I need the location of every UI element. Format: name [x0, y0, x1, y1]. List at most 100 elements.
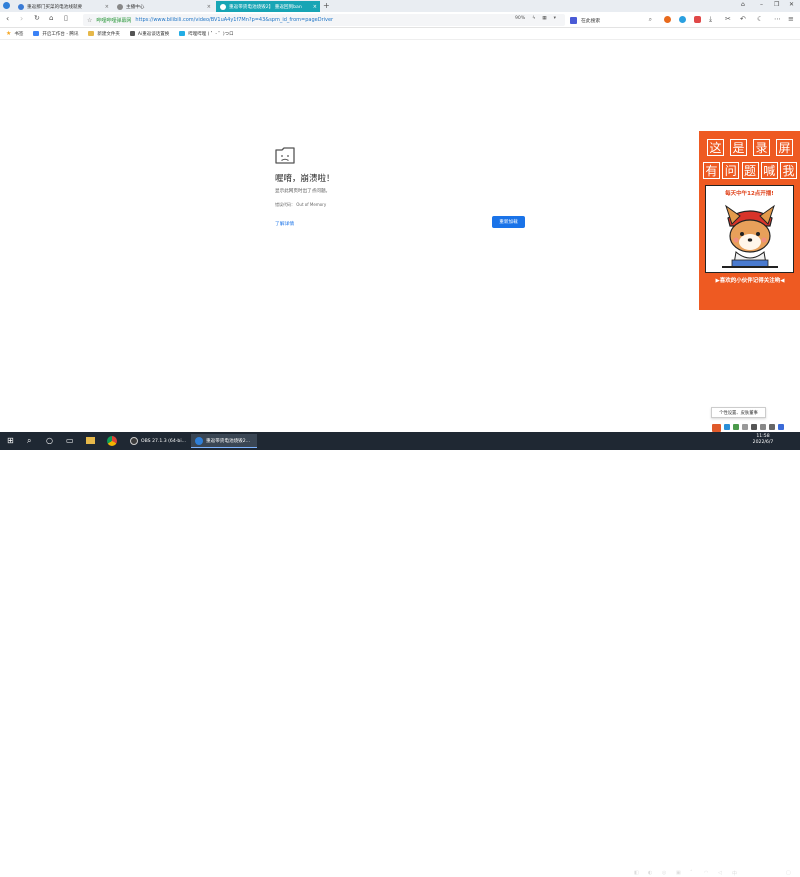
- keyboard-icon[interactable]: [751, 424, 757, 430]
- dropdown-icon[interactable]: ▾: [554, 16, 556, 21]
- notification-toast[interactable]: 个性设置、皮肤董事: [711, 407, 766, 418]
- bookmark-item[interactable]: Ai重返谈话置换: [129, 31, 170, 37]
- more-icon[interactable]: ⋯: [774, 15, 781, 23]
- taskbar-app-browser[interactable]: 重返带货电池烧毁2...: [191, 434, 257, 448]
- home-icon[interactable]: ⌂: [49, 14, 53, 22]
- close-icon[interactable]: ×: [207, 4, 211, 10]
- tab-strip: 重返那门买菜的电池线就要 × 主播中心 × 重返带货电池烧毁2】 重返回到ban…: [0, 0, 800, 12]
- chat-icon[interactable]: [733, 424, 739, 430]
- bookmark-star-icon[interactable]: ☆: [87, 17, 92, 24]
- close-icon[interactable]: ×: [313, 4, 317, 10]
- promo-title-row-1: 这 是 录 屏: [703, 139, 797, 156]
- search-engine-icon[interactable]: [570, 16, 577, 24]
- pin-icon[interactable]: ⌂: [741, 1, 745, 8]
- extension-icon[interactable]: [664, 16, 671, 23]
- extension-icon[interactable]: [694, 16, 701, 23]
- bookmark-item[interactable]: ★ 书签: [6, 30, 23, 37]
- close-window-button[interactable]: ✕: [789, 1, 794, 8]
- cortana-icon[interactable]: ○: [46, 436, 53, 445]
- tray-app-icon[interactable]: ◧: [634, 870, 639, 876]
- promo-char: 是: [730, 139, 747, 156]
- restore-button[interactable]: ❐: [774, 1, 779, 8]
- crash-description: 显示此网页时出了点问题。: [275, 189, 331, 194]
- mic-icon[interactable]: [742, 424, 748, 430]
- input-method-icon[interactable]: 中: [732, 870, 737, 877]
- address-bar-row: ‹ › ↻ ⌂ ▯ ☆ 哔哩哔哩弹幕网 https://www.bilibili…: [0, 12, 800, 28]
- tab-label: 重返那门买菜的电池线就要: [27, 4, 83, 10]
- promo-card: 每天中午12点开播!: [705, 185, 794, 273]
- wifi-icon[interactable]: ◠: [704, 870, 708, 876]
- tab-3-active[interactable]: 重返带货电池烧毁2】 重返回到ban ×: [216, 1, 320, 12]
- promo-char: 我: [780, 162, 797, 179]
- learn-more-link[interactable]: 了解详情: [275, 220, 294, 227]
- sad-folder-icon: [275, 147, 295, 164]
- windows-start-icon[interactable]: ⊞: [7, 436, 14, 445]
- volume-icon[interactable]: ◁: [718, 870, 722, 876]
- reload-button[interactable]: 重新加载: [492, 216, 525, 228]
- bookmark-label: 书签: [14, 31, 24, 37]
- undo-icon[interactable]: ↶: [740, 15, 746, 23]
- menu-icon[interactable]: ≡: [788, 15, 794, 23]
- reload-icon[interactable]: ↻: [34, 14, 40, 22]
- settings-icon[interactable]: [778, 424, 784, 430]
- new-tab-button[interactable]: +: [323, 1, 330, 10]
- taskbar-app-label: 重返带货电池烧毁2...: [206, 438, 251, 444]
- floating-tray: [712, 424, 784, 432]
- back-icon[interactable]: ‹: [6, 14, 9, 23]
- chevron-up-icon[interactable]: ˄: [690, 870, 693, 876]
- promo-footer: ▶喜欢的小伙伴记得关注哟◀: [715, 278, 785, 284]
- url-input[interactable]: ☆ 哔哩哔哩弹幕网 https://www.bilibili.com/video…: [83, 14, 565, 26]
- task-view-icon[interactable]: ▭: [66, 436, 74, 445]
- app-icon[interactable]: [712, 424, 721, 432]
- search-input[interactable]: 在此搜索 ⌕: [570, 14, 652, 26]
- lightning-icon[interactable]: ϟ: [532, 16, 535, 21]
- file-explorer-icon[interactable]: [86, 437, 95, 444]
- search-icon[interactable]: ⌕: [27, 436, 31, 446]
- url-text[interactable]: https://www.bilibili.com/video/BV1uA4y1f…: [135, 17, 333, 23]
- promo-char: 问: [722, 162, 740, 179]
- promo-title-row-2: 有 问 题 喊 我: [703, 162, 797, 179]
- grid-icon[interactable]: [769, 424, 775, 430]
- tray-app-icon[interactable]: ◎: [662, 870, 666, 876]
- star-icon: ★: [6, 30, 12, 37]
- promo-panel: 这 是 录 屏 有 问 题 喊 我 每天中午12点开播! ▶喜欢的小伙伴记得关注…: [699, 131, 800, 310]
- forward-icon[interactable]: ›: [20, 14, 23, 23]
- night-mode-icon[interactable]: ☾: [757, 15, 763, 23]
- bookmark-item[interactable]: 新建文件夹: [88, 31, 120, 37]
- close-icon[interactable]: ×: [105, 4, 109, 10]
- shiba-dog-illustration: [722, 204, 778, 268]
- grid-icon[interactable]: ▦: [542, 16, 546, 21]
- tab-2[interactable]: 主播中心 ×: [113, 1, 214, 12]
- browser-logo-icon[interactable]: [3, 2, 10, 9]
- chrome-icon[interactable]: [107, 436, 117, 446]
- network-icon[interactable]: [724, 424, 730, 430]
- site-identity: 哔哩哔哩弹幕网: [96, 17, 132, 24]
- promo-char: 这: [707, 139, 724, 156]
- search-icon[interactable]: ⌕: [649, 16, 652, 24]
- promo-caption: 每天中午12点开播!: [725, 191, 774, 197]
- clock-date: 2022/6/7: [752, 440, 774, 445]
- tray-app-icon[interactable]: ◐: [648, 870, 652, 876]
- zoom-level[interactable]: 90%: [515, 16, 525, 21]
- minimize-button[interactable]: –: [760, 1, 763, 8]
- shirt-icon[interactable]: [760, 424, 766, 430]
- bookmark-item[interactable]: 开启工作台 - 腾讯: [33, 31, 78, 37]
- notification-center-icon[interactable]: ▢: [786, 870, 791, 876]
- promo-char: 有: [703, 162, 720, 179]
- tab-favicon-icon: [220, 3, 226, 10]
- browser-icon: [195, 436, 203, 445]
- tray-app-icon[interactable]: ▣: [676, 870, 681, 876]
- obs-icon: [130, 437, 138, 445]
- bookmarks-bar: ★ 书签 开启工作台 - 腾讯 新建文件夹 Ai重返谈话置换 哔哩哔哩 ( ゜-…: [0, 28, 800, 40]
- taskbar-clock[interactable]: 11:58 2022/6/7: [746, 434, 780, 446]
- download-icon[interactable]: ⤓: [709, 15, 712, 24]
- extension-icon[interactable]: [679, 16, 686, 23]
- folder-icon: [88, 31, 95, 36]
- bookmark-item[interactable]: 哔哩哔哩 ( ゜- ゜)つロ: [179, 31, 234, 37]
- scissors-icon[interactable]: ✂: [725, 15, 731, 23]
- tab-1[interactable]: 重返那门买菜的电池线就要 ×: [14, 1, 112, 12]
- promo-char: 题: [741, 162, 759, 179]
- reader-icon[interactable]: ▯: [64, 14, 68, 22]
- taskbar-app-obs[interactable]: OBS 27.1.3 (64-bi...: [126, 434, 190, 448]
- bookmark-label: Ai重返谈话置换: [137, 31, 170, 37]
